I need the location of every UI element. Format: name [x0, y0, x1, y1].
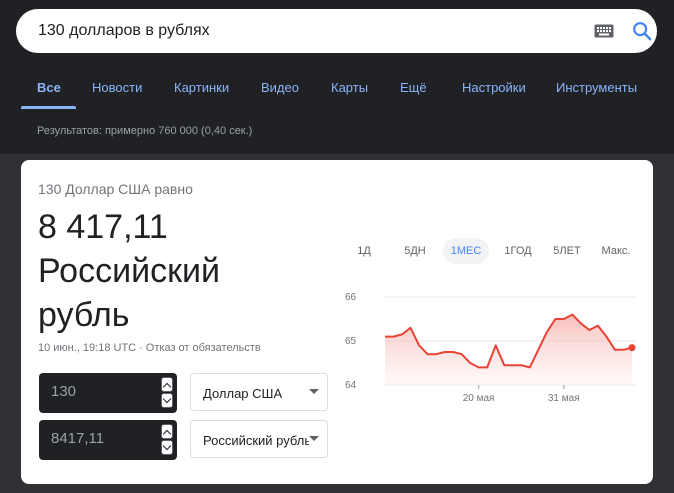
increment-icon[interactable]: [161, 424, 173, 439]
search-icon[interactable]: [631, 20, 653, 42]
y-tick-label: 66: [345, 292, 357, 303]
tab-maps[interactable]: Карты: [331, 80, 368, 95]
period-tab-1y[interactable]: 1ГОД: [496, 238, 540, 264]
tab-news[interactable]: Новости: [92, 80, 142, 95]
period-tab-5y[interactable]: 5ЛЕТ: [546, 238, 588, 264]
to-amount-input[interactable]: 8417,11: [51, 430, 104, 447]
to-amount-stepper[interactable]: [161, 424, 174, 456]
tab-video[interactable]: Видео: [261, 80, 299, 95]
decrement-icon[interactable]: [161, 440, 173, 455]
conversion-result-value: 8 417,11: [38, 208, 168, 246]
timestamp-text: 10 июн., 19:18 UTC: [38, 342, 137, 354]
from-amount-input[interactable]: 130: [51, 383, 76, 400]
separator: ·: [139, 342, 143, 354]
conversion-from-line: 130 Доллар США равно: [38, 181, 193, 197]
to-currency-select[interactable]: Российский рубль: [190, 420, 328, 458]
currency-converter-card: 130 Доллар США равно 8 417,11 Российский…: [21, 160, 653, 484]
chevron-down-icon: [309, 436, 319, 441]
from-amount-stepper[interactable]: [161, 377, 174, 409]
tab-tools[interactable]: Инструменты: [556, 80, 637, 95]
tab-all[interactable]: Все: [37, 80, 61, 95]
tab-more[interactable]: Ещё: [400, 80, 427, 95]
exchange-rate-chart: 64 65 66 20 мая 31 мая: [345, 292, 636, 404]
to-amount-box[interactable]: 8417,11: [39, 420, 177, 460]
period-tabs: 1Д 5ДН 1МЕС 1ГОД 5ЛЕТ Макс.: [346, 238, 642, 264]
y-tick-label: 65: [345, 336, 357, 347]
last-point-marker: [628, 344, 636, 352]
disclaimer-link[interactable]: Отказ от обязательств: [146, 342, 261, 354]
tab-settings[interactable]: Настройки: [462, 80, 526, 95]
search-input[interactable]: 130 долларов в рублях: [38, 22, 210, 40]
period-tab-max[interactable]: Макс.: [595, 238, 637, 264]
conversion-result-unit: Российский рубль: [38, 252, 220, 334]
from-amount-box[interactable]: 130: [39, 373, 177, 413]
period-tab-1d[interactable]: 1Д: [346, 238, 382, 264]
increment-icon[interactable]: [161, 377, 173, 392]
x-tick-label: 20 мая: [463, 393, 495, 404]
active-tab-indicator: [21, 106, 76, 109]
search-tabs: Все Новости Картинки Видео Карты Ещё Нас…: [0, 66, 674, 110]
to-currency-label: Российский рубль: [203, 433, 309, 448]
search-bar[interactable]: 130 долларов в рублях: [16, 9, 657, 53]
keyboard-icon[interactable]: [594, 24, 614, 38]
x-tick-label: 31 мая: [548, 393, 580, 404]
chevron-down-icon: [309, 389, 319, 394]
tab-images[interactable]: Картинки: [174, 80, 229, 95]
period-tab-1m[interactable]: 1МЕС: [443, 238, 489, 264]
results-stats: Результатов: примерно 760 000 (0,40 сек.…: [37, 125, 253, 137]
period-tab-5d[interactable]: 5ДН: [394, 238, 436, 264]
y-tick-label: 64: [345, 380, 357, 391]
decrement-icon[interactable]: [161, 393, 173, 408]
from-currency-select[interactable]: Доллар США: [190, 373, 328, 411]
rate-timestamp: 10 июн., 19:18 UTC · Отказ от обязательств: [38, 342, 261, 354]
from-currency-label: Доллар США: [203, 386, 283, 401]
